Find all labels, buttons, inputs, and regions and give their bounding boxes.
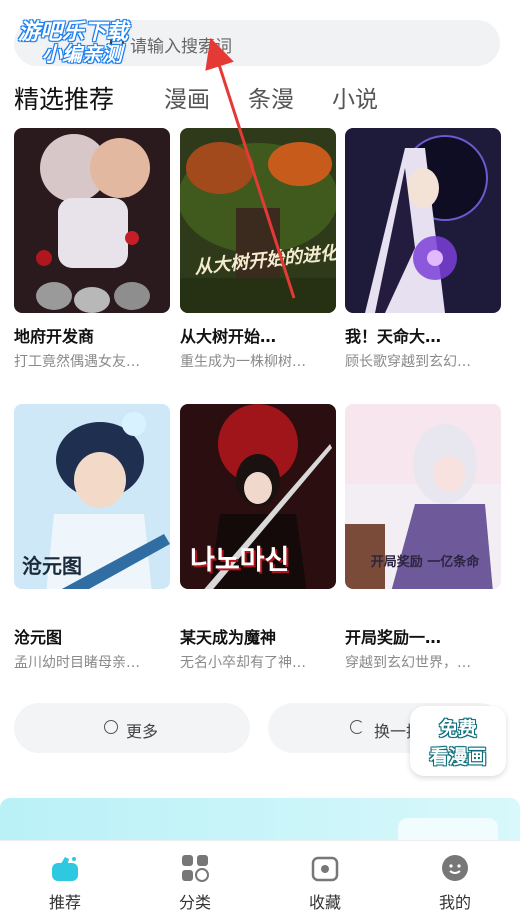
- nav-label: 分类: [178, 893, 211, 912]
- comic-title: 从大树开始…: [180, 327, 277, 346]
- favorites-icon: [311, 856, 339, 882]
- tab-label: 小说: [332, 87, 378, 113]
- nav-profile[interactable]: 我的: [390, 841, 520, 913]
- comic-title: 地府开发商: [14, 327, 95, 346]
- comic-description: 穿越到玄幻世界，…: [345, 655, 471, 671]
- category-icon: [182, 855, 209, 882]
- comic-cover-title: 나노마신: [190, 545, 290, 576]
- tab-label: 漫画: [164, 87, 210, 113]
- nav-recommend[interactable]: 推荐: [0, 841, 130, 913]
- comic-cover-title: 开局奖励 一亿条命: [370, 555, 480, 570]
- refresh-icon: [350, 720, 364, 734]
- watermark-line-2: 小编亲测: [42, 42, 122, 66]
- tab-active-indicator: [14, 114, 115, 122]
- tab-label: 条漫: [248, 87, 294, 113]
- tab-novels[interactable]: 小说: [332, 80, 378, 114]
- comic-description: 无名小卒却有了神…: [180, 655, 306, 671]
- more-icon: [104, 720, 118, 734]
- comic-cover: 开局奖励 一亿条命: [345, 404, 501, 589]
- free-comics-badge[interactable]: 免费 看漫画: [410, 706, 506, 776]
- comic-title: 我！天命大…: [345, 327, 442, 346]
- comic-description: 顾长歌穿越到玄幻…: [345, 354, 471, 370]
- bottom-navigation: 推荐 分类 收藏 我的: [0, 840, 520, 913]
- comic-description: 孟川幼时目睹母亲…: [14, 655, 140, 671]
- comic-cover: [345, 128, 501, 313]
- comic-cover: 나노마신: [180, 404, 336, 589]
- more-label: 更多: [126, 722, 159, 741]
- free-badge-line-1: 免费: [438, 718, 477, 740]
- more-button[interactable]: 更多: [14, 703, 250, 753]
- tab-comics[interactable]: 漫画: [164, 80, 210, 114]
- tab-featured[interactable]: 精选推荐: [14, 80, 115, 122]
- profile-icon: [442, 855, 468, 881]
- comic-cover: 沧元图: [14, 404, 170, 589]
- nav-favorites[interactable]: 收藏: [260, 841, 390, 913]
- tab-label: 精选推荐: [14, 85, 115, 114]
- comic-cover: 从大树开始的进化: [180, 128, 336, 313]
- ranking-banner[interactable]: [0, 798, 520, 843]
- nav-label: 我的: [438, 893, 471, 912]
- comic-cover: [14, 128, 170, 313]
- watermark-logo: 游吧乐下载 小编亲测: [12, 14, 152, 66]
- nav-label: 推荐: [48, 893, 81, 912]
- free-badge-line-2: 看漫画: [429, 746, 487, 768]
- nav-label: 收藏: [308, 893, 341, 912]
- comic-cover-title: 沧元图: [22, 554, 82, 578]
- comic-description: 重生成为一株柳树…: [180, 354, 306, 370]
- comic-title: 某天成为魔神: [180, 628, 277, 647]
- recommend-icon: [52, 857, 78, 881]
- tab-strip-comics[interactable]: 条漫: [248, 80, 294, 114]
- comic-title: 沧元图: [14, 628, 63, 647]
- nav-category[interactable]: 分类: [130, 841, 260, 913]
- comic-description: 打工竟然偶遇女友…: [14, 354, 140, 370]
- comic-title: 开局奖励一…: [345, 628, 442, 647]
